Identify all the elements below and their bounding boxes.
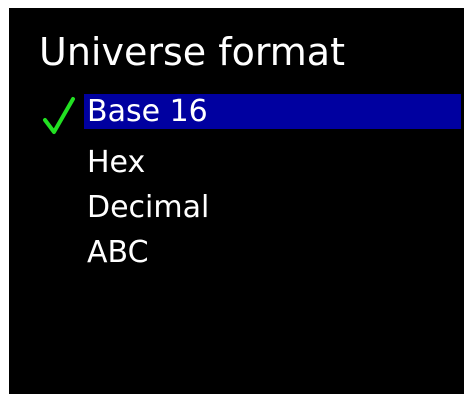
device-screen: Universe format Base 16 Hex Decimal ABC [9,8,464,394]
menu-item-decimal[interactable]: Decimal [9,185,464,230]
menu-item-abc[interactable]: ABC [9,230,464,275]
menu-item-label: Decimal [87,190,210,225]
screen-title: Universe format [39,30,345,74]
menu-item-hex[interactable]: Hex [9,140,464,185]
menu-item-label: Hex [87,145,146,180]
menu-item-label: Base 16 [84,94,461,129]
menu-item-base-16[interactable]: Base 16 [9,94,464,140]
menu-item-label: ABC [87,235,149,270]
checkmark-icon [43,97,75,134]
format-menu: Base 16 Hex Decimal ABC [9,94,464,275]
